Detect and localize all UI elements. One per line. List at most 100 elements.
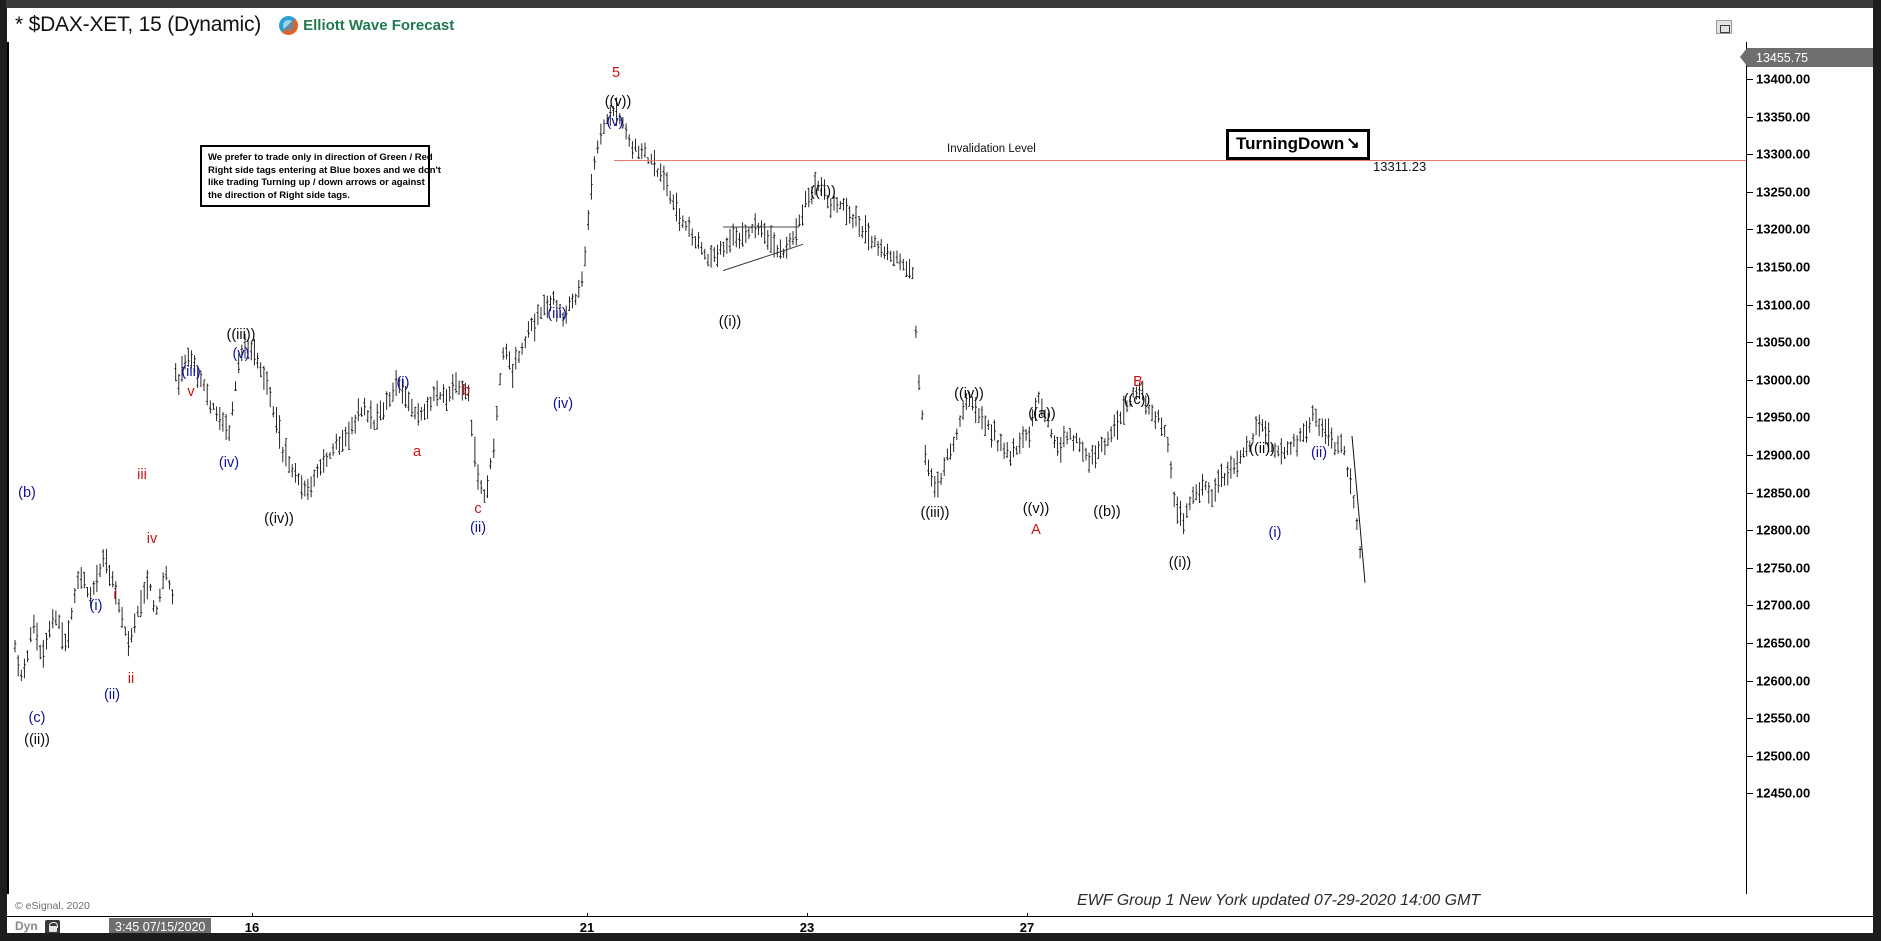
price-tick-mark [1747,267,1753,268]
invalidation-level-line[interactable] [614,160,1746,161]
price-tick-mark [1747,304,1753,306]
price-tick-label: 12950.00 [1756,409,1811,425]
wave-label: a [412,444,422,460]
note-line: We prefer to trade only in direction of … [208,152,433,163]
wave-label: (iv) [218,455,240,471]
wave-label: c [474,501,482,517]
price-tick-label: 13100.00 [1756,297,1811,313]
wave-label: ((i)) [718,314,742,330]
wave-label: A [1031,522,1041,538]
date-tick-label: 27 [1019,920,1035,933]
price-tick-mark [1747,680,1753,682]
price-tick-mark [1747,793,1753,795]
invalidation-level-label: Invalidation Level [947,143,1036,155]
price-tick-mark [1747,79,1753,80]
price-tick-mark [1747,455,1753,456]
wave-label: (v) [232,346,250,362]
brand-block: Elliott Wave Forecast [279,15,455,35]
price-tick-mark [1747,342,1753,344]
price-tick-label: 13250.00 [1756,184,1811,200]
time-cursor-tag: 3:45 07/15/2020 [109,918,212,933]
ewf-globe-icon [279,15,299,35]
wave-label: ((iv)) [954,386,984,402]
price-tick-mark [1747,492,1753,494]
price-tick-label: 12600.00 [1756,673,1811,689]
wave-label: (iv) [552,396,574,412]
price-tick-mark [1747,154,1753,156]
chart-header: * $DAX-XET, 15 (Dynamic) Elliott Wave Fo… [7,8,1873,42]
wave-label: B [1133,374,1143,390]
arrow-down-right-icon: ↘ [1346,135,1360,152]
chart-title: * $DAX-XET, 15 (Dynamic) [15,13,262,36]
wave-label: v [187,384,195,400]
price-tick-mark [1747,567,1753,569]
wave-label: ((v)) [604,94,632,110]
wave-label: 5 [611,65,621,81]
turning-down-badge[interactable]: TurningDown ↘ [1226,129,1370,160]
price-tick-label: 13300.00 [1756,146,1811,162]
dyn-label: Dyn [15,919,38,933]
time-axis[interactable]: Dyn 3:45 07/15/2020 16 21 23 27 [7,913,1873,933]
price-axis[interactable]: 13455.75 13400.00 13350.00 13300.00 13250.0… [1740,42,1873,894]
window-frame-bottom [0,933,1881,941]
copyright-label: © eSignal, 2020 [15,900,90,912]
date-tick-mark [252,913,253,917]
wave-label: ((iv)) [264,511,294,527]
window-title-bar [0,0,1881,8]
wave-label: ii [127,671,135,687]
wave-label: ((b)) [1093,504,1121,520]
price-tick-label: 12800.00 [1756,522,1811,538]
price-tick-label: 12900.00 [1756,447,1811,463]
wave-label: (b) [18,485,36,501]
lock-icon[interactable] [45,920,60,933]
wave-label: ((ii)) [810,184,836,200]
wave-label: ((iii)) [920,505,950,521]
window-frame-right [1873,0,1881,941]
wave-label: (ii) [103,687,121,703]
wave-label: iv [146,531,158,547]
brand-label: Elliott Wave Forecast [303,16,455,34]
price-tick-label: 13050.00 [1756,334,1811,350]
date-tick-mark [1027,913,1028,917]
date-tick-label: 16 [244,920,260,933]
price-tick-mark [1747,755,1753,757]
wave-label: ((i)) [1168,555,1192,571]
note-line: the direction of Right side tags. [208,189,350,201]
price-tick-label: 12450.00 [1756,785,1811,801]
price-tick-mark [1747,643,1753,644]
price-tick-label: 12550.00 [1756,710,1811,726]
wave-label: (v) [606,114,624,130]
note-line: Right side tags entering at Blue boxes a… [208,164,441,176]
trading-notes-box: We prefer to trade only in direction of … [200,145,441,207]
wave-label: (ii) [1310,445,1328,461]
price-tick-label: 12700.00 [1756,597,1811,613]
price-tick-mark [1747,605,1753,607]
price-tick-label: 12750.00 [1756,560,1811,576]
wave-label: ((iii)) [226,327,256,343]
price-tick-label: 12850.00 [1756,485,1811,501]
invalidation-level-price: 13311.23 [1373,159,1427,174]
date-tick-label: 23 [799,920,815,933]
price-tick-mark [1747,718,1753,720]
price-tick-label: 13400.00 [1756,71,1811,87]
price-tick-mark [1747,229,1753,231]
turning-down-label: TurningDown [1236,134,1345,153]
wave-label: ((ii)) [1249,441,1275,457]
price-tick-label: 12500.00 [1756,748,1811,764]
price-tick-label: 13350.00 [1756,109,1811,125]
wave-label: (c) [28,710,46,726]
wave-label: b [461,383,471,399]
wave-label: i [113,587,117,603]
date-tick-mark [807,913,808,917]
wave-label: ((ii)) [24,732,50,748]
wave-label: ((v)) [1022,501,1050,517]
wave-label: (i) [396,375,410,391]
wave-label: (ii) [469,520,487,536]
plot-area[interactable]: We prefer to trade only in direction of … [7,42,1747,894]
wave-label: ((a)) [1028,406,1056,422]
note-line: like trading Turning up / down arrows or… [208,177,425,188]
restore-window-icon[interactable] [1716,20,1732,34]
price-tick-label: 13000.00 [1756,372,1811,388]
price-tick-mark [1747,116,1753,118]
chart-canvas[interactable]: * $DAX-XET, 15 (Dynamic) Elliott Wave Fo… [7,8,1873,933]
